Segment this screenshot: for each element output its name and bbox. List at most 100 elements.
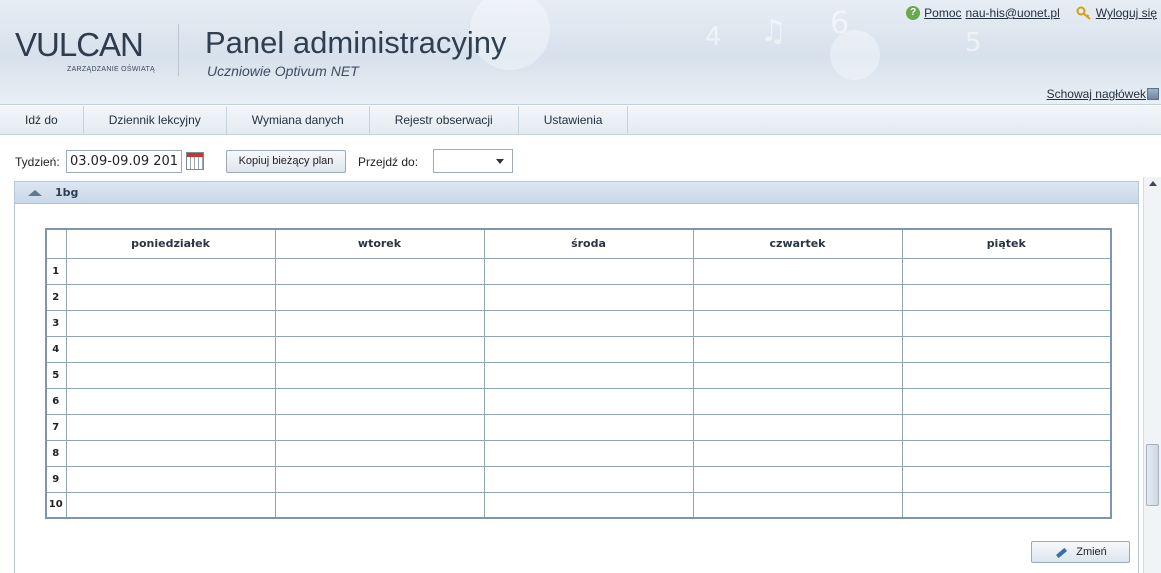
schedule-cell[interactable]: [483, 257, 694, 285]
scrollbar-thumb[interactable]: [1146, 444, 1159, 506]
header-decoration: 4: [705, 22, 722, 52]
schedule-cell[interactable]: [65, 361, 276, 389]
schedule-cell[interactable]: [901, 257, 1112, 285]
schedule-cell[interactable]: [274, 465, 485, 493]
schedule-cell[interactable]: [65, 283, 276, 311]
logout-link[interactable]: Wyloguj się: [1096, 6, 1157, 20]
schedule-cell[interactable]: [901, 335, 1112, 363]
schedule-cell[interactable]: [483, 335, 694, 363]
help-link[interactable]: Pomoc: [924, 6, 961, 20]
table-row: 8: [45, 439, 1112, 467]
schedule-cell[interactable]: [692, 361, 903, 389]
app-header: 4 ♫ 6 5 VULCAN ZARZĄDZANIE OŚWIATĄ Panel…: [0, 0, 1161, 105]
schedule-cell[interactable]: [483, 283, 694, 311]
schedule-cell[interactable]: [692, 413, 903, 441]
goto-select[interactable]: [433, 149, 513, 173]
day-header: piątek: [901, 228, 1112, 259]
menu-item-class-register[interactable]: Dziennik lekcyjny: [84, 106, 227, 135]
schedule-toolbar: Tydzień: Kopiuj bieżący plan Przejdź do:: [0, 149, 1161, 175]
schedule-cell[interactable]: [692, 257, 903, 285]
schedule-cell[interactable]: [692, 439, 903, 467]
hide-header-toggle[interactable]: Schowaj nagłówek: [1047, 87, 1159, 101]
top-links: ? Pomoc nau-his@uonet.pl Wyloguj się: [906, 6, 1157, 20]
schedule-cell[interactable]: [274, 413, 485, 441]
change-button-label: Zmień: [1076, 546, 1107, 558]
lesson-number: 8: [45, 439, 67, 467]
lesson-number: 7: [45, 413, 67, 441]
schedule-cell[interactable]: [901, 491, 1112, 519]
schedule-cell[interactable]: [274, 283, 485, 311]
schedule-cell[interactable]: [274, 361, 485, 389]
day-header: wtorek: [274, 228, 485, 259]
schedule-cell[interactable]: [274, 491, 485, 519]
schedule-cell[interactable]: [65, 335, 276, 363]
lesson-number: 9: [45, 465, 67, 493]
schedule-cell[interactable]: [692, 283, 903, 311]
menu-item-settings[interactable]: Ustawienia: [519, 106, 629, 135]
user-email-link[interactable]: nau-his@uonet.pl: [966, 6, 1060, 20]
scroll-up-arrow-icon[interactable]: [1149, 181, 1157, 186]
schedule-cell[interactable]: [274, 309, 485, 337]
schedule-cell[interactable]: [483, 309, 694, 337]
schedule-cell[interactable]: [483, 439, 694, 467]
collapse-header-icon[interactable]: [1147, 88, 1159, 100]
calendar-icon[interactable]: [186, 152, 204, 170]
copy-current-plan-button[interactable]: Kopiuj bieżący plan: [226, 150, 346, 173]
table-row: 3: [45, 309, 1112, 337]
schedule-cell[interactable]: [65, 439, 276, 467]
schedule-cell[interactable]: [65, 465, 276, 493]
help-icon: ?: [906, 6, 921, 20]
schedule-cell[interactable]: [901, 413, 1112, 441]
lesson-number: 2: [45, 283, 67, 311]
schedule-cell[interactable]: [65, 491, 276, 519]
schedule-cell[interactable]: [483, 491, 694, 519]
schedule-cell[interactable]: [65, 257, 276, 285]
schedule-cell[interactable]: [901, 309, 1112, 337]
table-row: 6: [45, 387, 1112, 415]
week-input[interactable]: [66, 150, 182, 173]
lesson-number: 3: [45, 309, 67, 337]
schedule-cell[interactable]: [692, 309, 903, 337]
header-divider: [178, 24, 179, 76]
schedule-cell[interactable]: [483, 413, 694, 441]
schedule-cell[interactable]: [901, 439, 1112, 467]
schedule-cell[interactable]: [692, 465, 903, 493]
schedule-cell[interactable]: [274, 439, 485, 467]
vertical-scrollbar[interactable]: [1143, 177, 1161, 573]
schedule-cell[interactable]: [65, 387, 276, 415]
schedule-cell[interactable]: [274, 387, 485, 415]
schedule-cell[interactable]: [901, 465, 1112, 493]
schedule-cell[interactable]: [692, 491, 903, 519]
schedule-cell[interactable]: [483, 387, 694, 415]
change-button[interactable]: Zmień: [1031, 541, 1130, 563]
schedule-cell[interactable]: [483, 361, 694, 389]
schedule-cell[interactable]: [692, 387, 903, 415]
panel-title: 1bg: [55, 186, 79, 199]
schedule-cell[interactable]: [692, 335, 903, 363]
panel-header[interactable]: 1bg: [15, 182, 1138, 204]
schedule-cell[interactable]: [901, 361, 1112, 389]
header-decoration: ♫: [760, 14, 787, 49]
schedule-cell[interactable]: [274, 257, 485, 285]
header-decoration: 5: [965, 28, 982, 58]
lesson-number: 6: [45, 387, 67, 415]
table-row: 10: [45, 491, 1112, 519]
schedule-cell[interactable]: [901, 283, 1112, 311]
goto-label: Przejdź do:: [358, 155, 419, 169]
lesson-number: 1: [45, 257, 67, 285]
schedule-cell[interactable]: [901, 387, 1112, 415]
vulcan-logo: VULCAN: [15, 26, 144, 63]
page-subtitle: Uczniowie Optivum NET: [207, 63, 359, 79]
hide-header-label[interactable]: Schowaj nagłówek: [1047, 87, 1146, 101]
lesson-number: 10: [45, 491, 67, 519]
menu-item-observation-register[interactable]: Rejestr obserwacji: [370, 106, 519, 135]
schedule-cell[interactable]: [274, 335, 485, 363]
table-header-row: poniedziałek wtorek środa czwartek piąte…: [45, 228, 1112, 259]
schedule-cell[interactable]: [483, 465, 694, 493]
schedule-cell[interactable]: [65, 413, 276, 441]
schedule-cell[interactable]: [65, 309, 276, 337]
menu-item-data-exchange[interactable]: Wymiana danych: [227, 106, 370, 135]
lesson-number: 4: [45, 335, 67, 363]
collapse-icon[interactable]: [28, 190, 42, 196]
menu-item-goto[interactable]: Idź do: [0, 106, 84, 135]
